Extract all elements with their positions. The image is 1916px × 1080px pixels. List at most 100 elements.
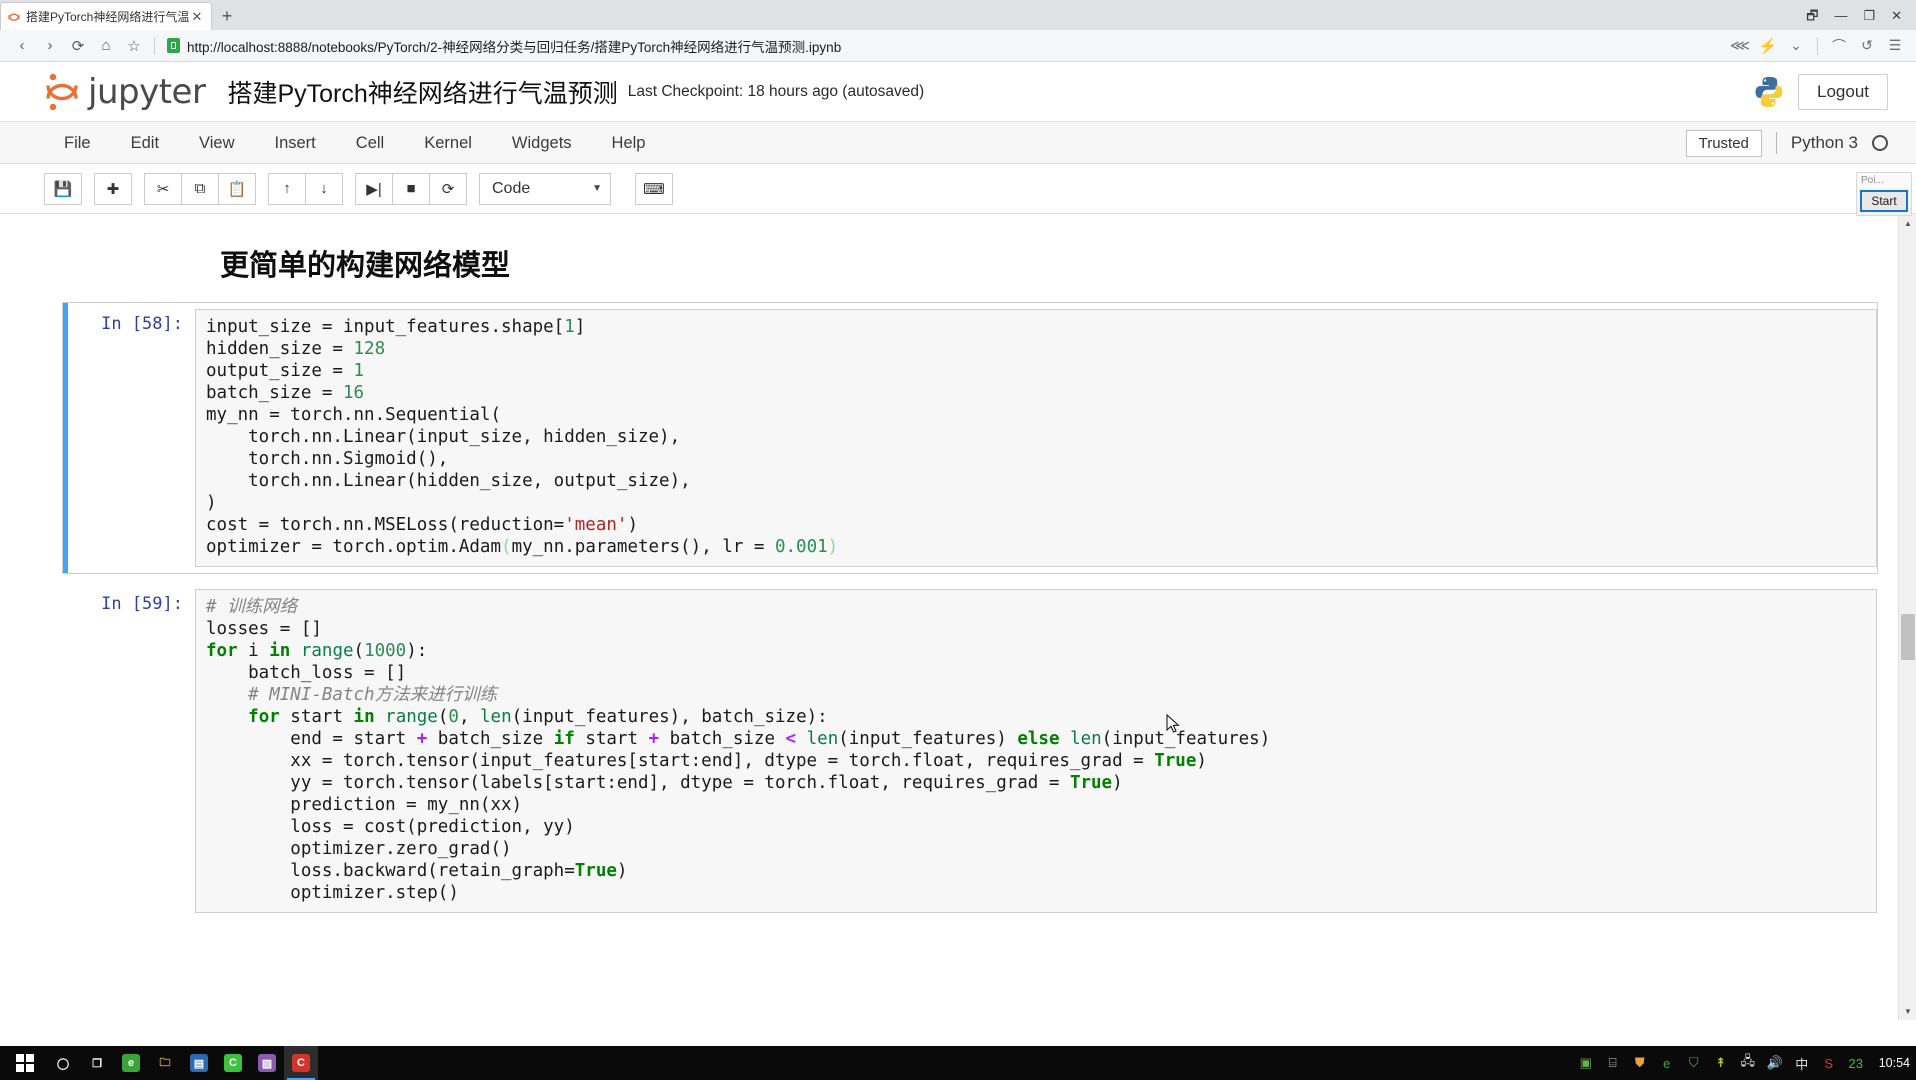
menu-kernel[interactable]: Kernel: [404, 122, 492, 164]
task-view-icon[interactable]: ❐: [80, 1046, 114, 1080]
sogou-icon[interactable]: S: [1817, 1051, 1841, 1075]
python-logo-icon: [1752, 75, 1786, 109]
back-icon[interactable]: ‹: [8, 32, 36, 60]
nvidia-icon[interactable]: ▣: [1574, 1051, 1598, 1075]
share-icon[interactable]: ⋘: [1727, 33, 1753, 59]
edge-icon[interactable]: e: [114, 1046, 148, 1080]
browser-chrome: 搭建PyTorch神经网络进行气温预 ✕ + 🗗 — ❐ ✕ ‹ › ⟳ ⌂ ☆…: [0, 0, 1916, 62]
jupyter-header: jupyter 搭建PyTorch神经网络进行气温预测 Last Checkpo…: [0, 62, 1916, 122]
jupyter-logo[interactable]: jupyter: [44, 71, 206, 113]
security-shield-icon[interactable]: ⛉: [1682, 1051, 1706, 1075]
toolbar-group-insert: ✚: [94, 172, 132, 205]
cortana-icon[interactable]: ◯: [46, 1046, 80, 1080]
wechat-icon[interactable]: C: [216, 1046, 250, 1080]
app-icon[interactable]: ⛊: [1628, 1051, 1652, 1075]
headphones-icon[interactable]: ⌒: [1826, 33, 1852, 59]
reload-icon[interactable]: ⟳: [64, 32, 92, 60]
window-close-icon[interactable]: ✕: [1891, 9, 1902, 22]
copy-cell-button[interactable]: ⧉: [181, 172, 219, 205]
window-controls: 🗗 — ❐ ✕: [1806, 0, 1912, 30]
cell-code-editor[interactable]: # 训练网络 losses = [] for i in range(1000):…: [195, 589, 1877, 913]
bookmark-star-icon[interactable]: ☆: [120, 32, 148, 60]
notebook-scroll-area: 更简单的构建网络模型 In [58]: input_size = input_fe…: [0, 214, 1898, 1020]
update-icon[interactable]: ↟: [1709, 1051, 1733, 1075]
move-cell-up-button[interactable]: ↑: [268, 172, 306, 205]
scroll-up-arrow-icon[interactable]: ▲: [1899, 214, 1916, 232]
open-command-palette-button[interactable]: ⌨: [635, 172, 673, 205]
markdown-heading[interactable]: 更简单的构建网络模型: [220, 242, 1898, 284]
windows-taskbar: ◯ ❐ e 🗀 ▤ C ▨ C ▣ ⌸ ⛊ e ⛉ ↟ 🖧 🔊 中 S 23 10:54: [0, 1046, 1916, 1080]
trusted-badge[interactable]: Trusted: [1685, 129, 1762, 157]
minimize-icon[interactable]: —: [1834, 9, 1847, 22]
forward-icon[interactable]: ›: [36, 32, 64, 60]
restore-down-icon[interactable]: 🗗: [1806, 9, 1818, 22]
home-icon[interactable]: ⌂: [92, 32, 120, 60]
camtasia-icon[interactable]: C: [284, 1046, 318, 1080]
jupyter-favicon-icon: [7, 10, 21, 24]
kernel-idle-indicator-icon[interactable]: [1872, 135, 1888, 151]
tray-icon-list: ▣ ⌸ ⛊ e ⛉ ↟ 🖧 🔊 中 S 23: [1574, 1051, 1868, 1075]
jupyter-wordmark: jupyter: [88, 71, 206, 112]
menu-view[interactable]: View: [179, 122, 254, 164]
restart-kernel-button[interactable]: ⟳: [429, 172, 467, 205]
network-icon[interactable]: 🖧: [1736, 1051, 1760, 1075]
jupyter-menubar: File Edit View Insert Cell Kernel Widget…: [0, 122, 1916, 164]
menu-file[interactable]: File: [44, 122, 111, 164]
run-cell-button[interactable]: ▶|: [355, 172, 393, 205]
menu-cell[interactable]: Cell: [336, 122, 404, 164]
recorder-start-button[interactable]: Start: [1860, 190, 1908, 212]
cell-prompt: In [58]:: [101, 314, 183, 334]
menu-help[interactable]: Help: [592, 122, 666, 164]
chevron-down-icon[interactable]: ⌄: [1783, 33, 1809, 59]
browser-menu-icon[interactable]: ☰: [1882, 33, 1908, 59]
logout-button[interactable]: Logout: [1798, 74, 1888, 110]
address-bar-url: http://localhost:8888/notebooks/PyTorch/…: [187, 39, 842, 55]
notebook-cell-list: In [58]: input_size = input_features.shap…: [0, 302, 1898, 920]
recorder-start-widget: Poi... Start: [1856, 172, 1912, 216]
notebook-cell[interactable]: In [58]: input_size = input_features.shap…: [62, 302, 1878, 574]
notebook-content: 更简单的构建网络模型 In [58]: input_size = input_fe…: [0, 214, 1898, 920]
secure-lock-icon: [167, 38, 180, 53]
browser-tab-title: 搭建PyTorch神经网络进行气温预: [26, 10, 189, 24]
menu-edit[interactable]: Edit: [111, 122, 179, 164]
notebook-body: 更简单的构建网络模型 In [58]: input_size = input_fe…: [0, 214, 1916, 1020]
start-button[interactable]: [4, 1046, 46, 1080]
save-button[interactable]: 💾: [44, 172, 82, 205]
taskbar-item-list: ◯ ❐ e 🗀 ▤ C ▨ C: [46, 1046, 318, 1080]
notebook-title[interactable]: 搭建PyTorch神经网络进行气温预测: [227, 74, 617, 110]
cell-type-select[interactable]: Code ▼: [479, 172, 611, 205]
cell-prompt: In [59]:: [101, 594, 183, 614]
checkpoint-status: Last Checkpoint: 18 hours ago (autosaved…: [627, 82, 925, 100]
ime-icon[interactable]: 中: [1790, 1051, 1814, 1075]
notebook-scrollbar[interactable]: ▲ ▼: [1898, 214, 1916, 1020]
insert-cell-below-button[interactable]: ✚: [94, 172, 132, 205]
toolbar-group-save: 💾: [44, 172, 82, 205]
move-cell-down-button[interactable]: ↓: [305, 172, 343, 205]
paste-cell-button[interactable]: 📋: [218, 172, 256, 205]
undo-icon[interactable]: ↺: [1854, 33, 1880, 59]
battery-badge-icon[interactable]: 23: [1844, 1051, 1868, 1075]
scrollbar-thumb[interactable]: [1901, 614, 1915, 660]
address-bar[interactable]: http://localhost:8888/notebooks/PyTorch/…: [161, 34, 1727, 58]
volume-icon[interactable]: 🔊: [1763, 1051, 1787, 1075]
scroll-down-arrow-icon[interactable]: ▼: [1899, 1002, 1916, 1020]
file-explorer-icon[interactable]: 🗀: [148, 1046, 182, 1080]
kernel-name-label: Python 3: [1790, 133, 1858, 152]
maximize-icon[interactable]: ❐: [1863, 9, 1875, 22]
cut-cell-button[interactable]: ✂: [144, 172, 182, 205]
usb-icon[interactable]: ⌸: [1601, 1051, 1625, 1075]
close-icon[interactable]: ✕: [189, 9, 205, 24]
browser-tray-icon[interactable]: e: [1655, 1051, 1679, 1075]
cell-source: input_size = input_features.shape[1] hid…: [206, 317, 839, 557]
interrupt-kernel-button[interactable]: ■: [392, 172, 430, 205]
photos-icon[interactable]: ▨: [250, 1046, 284, 1080]
menu-insert[interactable]: Insert: [255, 122, 336, 164]
bolt-icon[interactable]: ⚡: [1755, 33, 1781, 59]
new-tab-button[interactable]: +: [212, 2, 242, 30]
menu-widgets[interactable]: Widgets: [492, 122, 592, 164]
notebook-cell[interactable]: In [59]: # 训练网络 losses = [] for i in rang…: [62, 582, 1878, 920]
cell-code-editor[interactable]: input_size = input_features.shape[1] hid…: [195, 309, 1877, 567]
taskbar-clock[interactable]: 10:54: [1879, 1056, 1910, 1070]
browser-tab[interactable]: 搭建PyTorch神经网络进行气温预 ✕: [0, 2, 212, 30]
office-icon[interactable]: ▤: [182, 1046, 216, 1080]
